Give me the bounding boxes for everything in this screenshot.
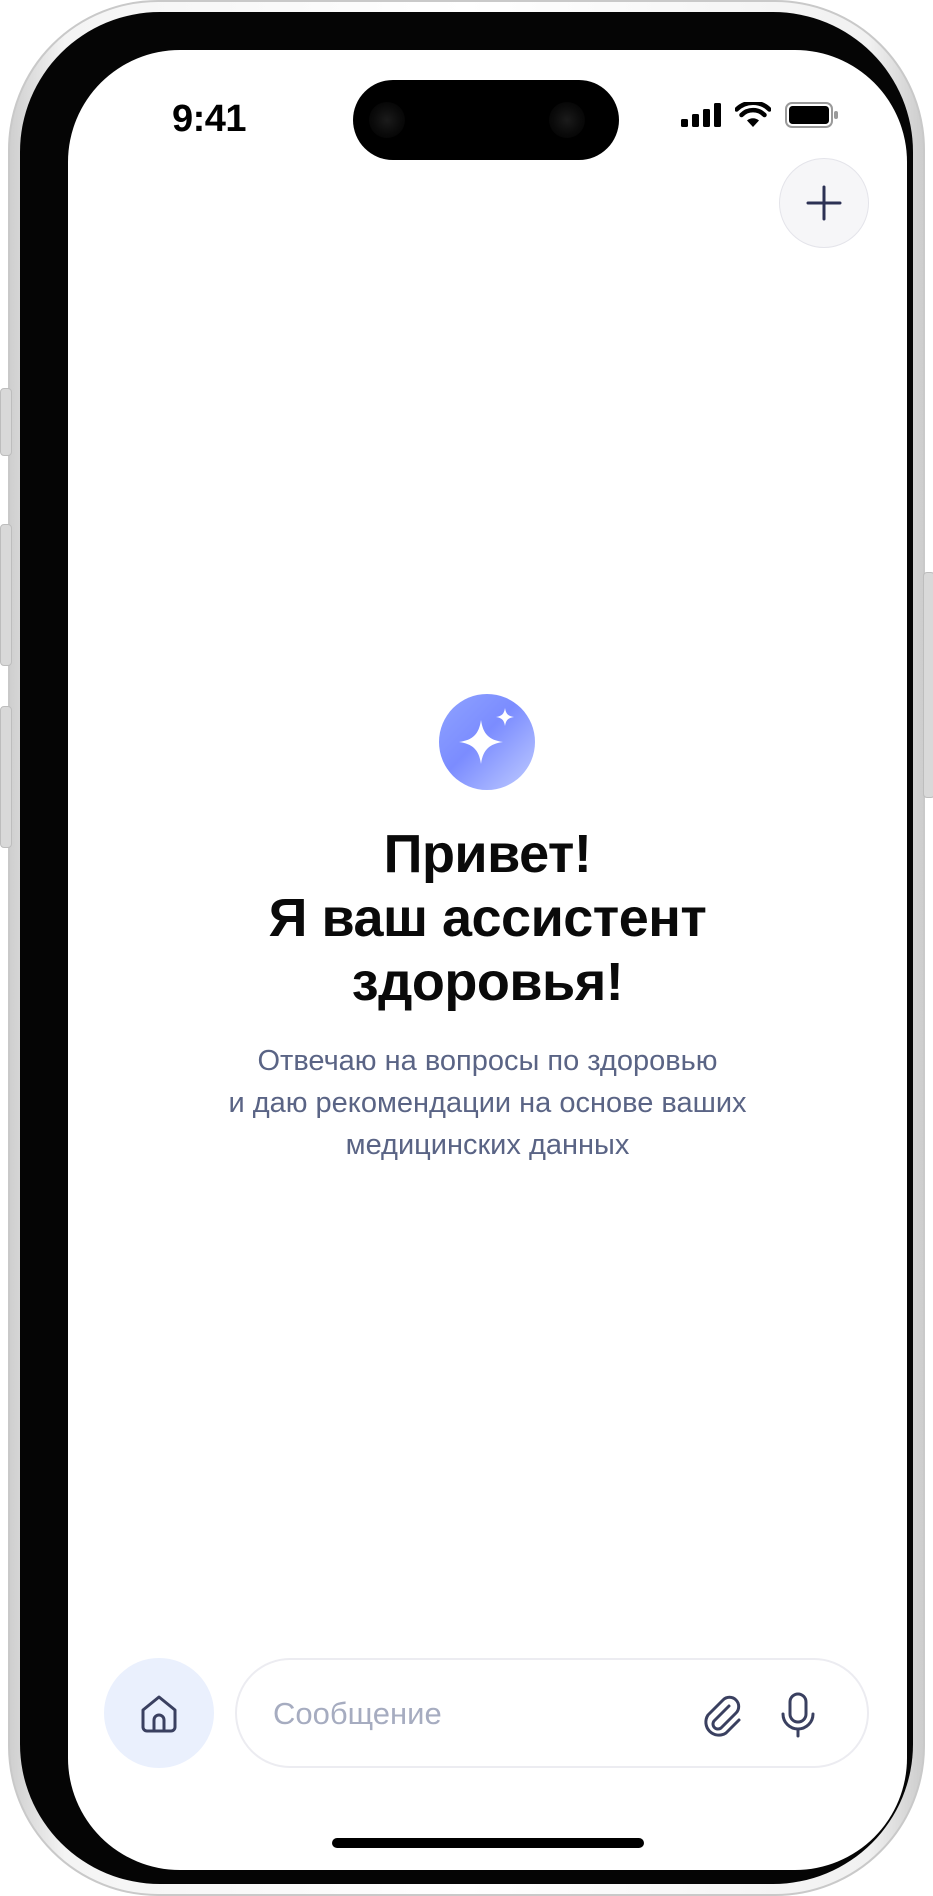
- sparkle-icon: [459, 708, 514, 764]
- greeting-title-line: Я ваш ассистент: [268, 888, 707, 948]
- paperclip-icon: [704, 1695, 741, 1737]
- microphone-icon: [781, 1692, 815, 1738]
- greeting-subtitle: Отвечаю на вопросы по здоровью и даю рек…: [68, 1040, 907, 1166]
- wifi-icon: [735, 102, 771, 127]
- phone-volume-up: [0, 524, 12, 666]
- camera-icon: [369, 102, 405, 138]
- phone-volume-down: [0, 706, 12, 848]
- battery-icon: [785, 102, 838, 128]
- sensor-icon: [549, 102, 585, 138]
- attach-button[interactable]: [697, 1690, 747, 1740]
- greeting-subtitle-line: и даю рекомендации на основе ваших: [228, 1087, 747, 1119]
- plus-icon: [806, 185, 842, 221]
- greeting-subtitle-line: Отвечаю на вопросы по здоровью: [257, 1045, 718, 1077]
- message-placeholder: Сообщение: [273, 1696, 442, 1731]
- greeting-title-line: здоровья!: [351, 952, 624, 1012]
- status-icons: [681, 102, 839, 128]
- greeting-subtitle-line: медицинских данных: [345, 1129, 630, 1161]
- new-chat-button[interactable]: [779, 158, 869, 248]
- home-indicator[interactable]: [332, 1838, 644, 1848]
- status-time: 9:41: [172, 98, 247, 140]
- home-button[interactable]: [104, 1658, 214, 1768]
- assistant-avatar: [439, 694, 535, 790]
- dynamic-island: [353, 80, 619, 160]
- home-icon: [141, 1695, 177, 1733]
- phone-power-button: [923, 572, 933, 798]
- microphone-button[interactable]: [773, 1690, 823, 1740]
- greeting-title-line: Привет!: [383, 824, 592, 884]
- phone-side-button: [0, 388, 12, 456]
- phone-bezel: 9:41 Привет! Я ваш ассистент здоровья! О…: [20, 12, 913, 1884]
- message-input[interactable]: Сообщение: [235, 1658, 869, 1768]
- greeting-title: Привет! Я ваш ассистент здоровья!: [68, 822, 907, 1014]
- app-screen: 9:41 Привет! Я ваш ассистент здоровья! О…: [68, 50, 907, 1870]
- signal-icon: [681, 103, 721, 127]
